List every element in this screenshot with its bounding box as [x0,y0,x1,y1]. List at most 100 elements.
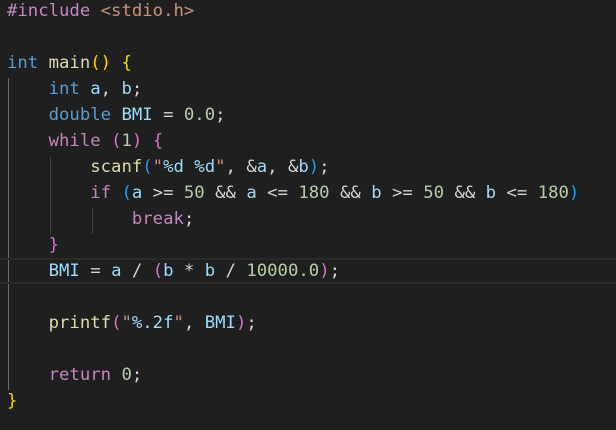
code-token: printf [48,313,112,333]
code-token: b [163,261,174,281]
code-token: ) [568,183,580,203]
code-line[interactable]: int a, b; [0,76,616,102]
code-token: } [7,391,18,411]
code-line[interactable] [0,336,616,362]
code-token: ( [152,261,164,281]
code-token: BMI [204,313,236,333]
code-token: && [329,183,372,203]
code-token: ) [319,261,330,281]
code-line[interactable]: printf("%.2f", BMI); [0,310,616,336]
code-line[interactable]: while (1) { [0,128,616,154]
code-token: 0 [121,365,132,385]
code-line[interactable] [0,24,616,50]
code-token: ; [183,209,195,229]
code-token: ; [215,105,226,125]
code-token: ; [131,79,143,99]
line-text: break; [7,206,194,232]
line-text: BMI = a / (b * b / 10000.0); [7,260,340,282]
code-token: && [204,183,247,203]
code-token: double [48,105,112,125]
code-token: %d [194,157,216,177]
code-token: , [100,79,122,99]
code-line[interactable]: #include <stdio.h> [0,0,616,24]
code-line[interactable] [0,284,616,310]
code-token: %d [163,157,184,177]
code-token: main [48,53,91,73]
code-token: 180 [298,183,330,203]
code-token: = [79,261,112,281]
code-line[interactable]: double BMI = 0.0; [0,102,616,128]
code-token: <= [496,183,538,203]
code-line[interactable]: return 0; [0,362,616,388]
code-token: & [246,157,257,177]
code-token: { [152,131,164,151]
code-line[interactable]: } [0,232,616,258]
code-token: ( [111,131,122,151]
line-text: } [7,232,59,258]
code-token: 0.0 [183,105,216,125]
code-token: ( [142,157,153,177]
line-text: int main() { [7,50,132,76]
code-line-current[interactable]: BMI = a / (b * b / 10000.0); [0,258,616,284]
code-token: BMI [48,261,80,281]
code-token: = [152,105,184,125]
code-token: && [444,183,486,203]
code-line[interactable]: int main() { [0,50,616,76]
code-token: , [183,313,205,333]
code-token: if [90,183,112,203]
code-token: 1 [121,131,132,151]
code-token: { [121,53,132,73]
code-line[interactable]: scanf("%d %d", &a, &b); [0,154,616,180]
code-token: ; [131,365,143,385]
line-text: int a, b; [7,76,143,102]
code-token: BMI [121,105,153,125]
code-token: scanf [90,157,143,177]
code-line[interactable]: if (a >= 50 && a <= 180 && b >= 50 && b … [0,180,616,206]
code-token: b [371,183,382,203]
code-token: " [173,313,184,333]
line-text: if (a >= 50 && a <= 180 && b >= 50 && b … [7,180,579,206]
line-text: double BMI = 0.0; [7,102,226,128]
code-token: <= [256,183,299,203]
code-token: >= [381,183,424,203]
code-token: <stdio.h> [100,1,195,21]
code-token: ) [308,157,320,177]
code-token: 180 [537,183,569,203]
code-line[interactable]: } [0,388,616,414]
code-token: * [173,261,205,281]
code-token: a [246,183,257,203]
code-token: ; [319,157,330,177]
code-token: a [131,183,143,203]
code-token: a [111,261,122,281]
code-token: ( [121,183,132,203]
code-token: #include [7,1,101,21]
code-token: a [256,157,268,177]
code-token: ) [235,313,247,333]
line-text: #include <stdio.h> [7,0,194,24]
line-text: while (1) { [7,128,163,154]
code-token: a [90,79,101,99]
code-token: b [485,183,497,203]
code-token: b [121,79,132,99]
code-token: 50 [423,183,445,203]
code-token: / [121,261,153,281]
code-token: , [267,157,288,177]
code-editor[interactable]: #include <stdio.h> int main() { int a, b;… [0,0,616,430]
code-token: / [215,261,247,281]
code-line[interactable]: break; [0,206,616,232]
code-token: b [204,261,216,281]
